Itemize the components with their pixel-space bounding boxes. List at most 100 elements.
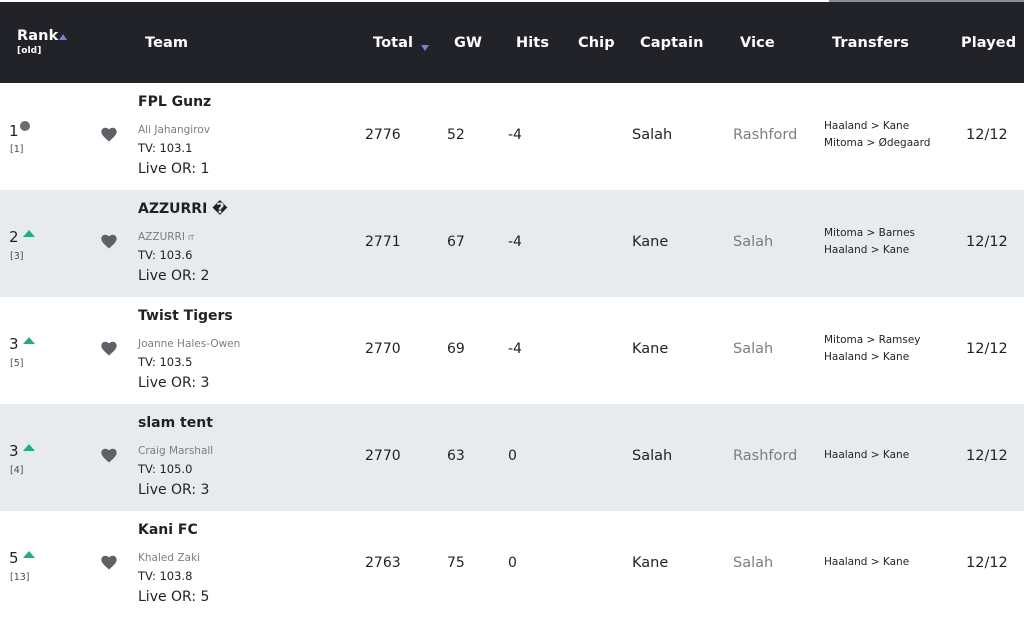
transfer-item: Haaland > Kane xyxy=(824,351,910,363)
table-row[interactable]: 3 [5] Twist Tigers Joanne Hales-Owen TV: 103… xyxy=(0,297,1024,404)
table-row[interactable]: 2 [3] AZZURRI � AZZURRI IT TV: 103.6 Live OR: … xyxy=(0,190,1024,297)
old-rank: [1] xyxy=(10,144,24,155)
transfer-item: Mitoma > Barnes xyxy=(824,227,916,239)
rank-up-icon xyxy=(22,551,35,558)
manager-name-text: Craig Marshall xyxy=(138,445,214,457)
transfer-item: Mitoma > Ramsey xyxy=(824,334,921,346)
rank-cell: 1 xyxy=(9,121,30,140)
players-played: 12/12 xyxy=(966,127,1008,143)
table-row[interactable]: 1 [1] FPL Gunz Ali Jahangirov TV: 103.1 Live … xyxy=(0,83,1024,190)
team-name-link[interactable]: Twist Tigers xyxy=(138,308,233,324)
old-rank: [4] xyxy=(10,465,24,476)
team-name-link[interactable]: slam tent xyxy=(138,415,213,431)
total-points: 2770 xyxy=(365,341,401,357)
hits: 0 xyxy=(508,555,517,571)
total-points: 2763 xyxy=(365,555,401,571)
rank-up-icon xyxy=(22,444,35,451)
team-name-link[interactable]: Kani FC xyxy=(138,522,198,538)
captain: Kane xyxy=(632,234,669,250)
hits: 0 xyxy=(508,448,517,464)
column-header-gw[interactable]: GW xyxy=(454,35,482,51)
heart-icon[interactable] xyxy=(101,448,117,463)
total-points: 2770 xyxy=(365,448,401,464)
rank-header-label: Rank xyxy=(17,28,59,44)
vice-captain: Salah xyxy=(733,341,774,357)
heart-icon[interactable] xyxy=(101,234,117,249)
manager-name: Joanne Hales-Owen xyxy=(138,338,240,350)
column-header-rank[interactable]: Rank [old] xyxy=(17,28,68,56)
country-flag: IT xyxy=(187,234,195,242)
column-header-captain[interactable]: Captain xyxy=(640,35,704,51)
captain: Salah xyxy=(632,448,673,464)
vice-captain: Rashford xyxy=(733,448,798,464)
vice-captain: Salah xyxy=(733,234,774,250)
heart-icon[interactable] xyxy=(101,127,117,142)
rank-value: 3 xyxy=(9,335,19,353)
old-rank: [3] xyxy=(10,251,24,262)
rank-up-icon xyxy=(22,337,35,344)
manager-name: Ali Jahangirov xyxy=(138,124,210,136)
live-overall-rank: Live OR: 2 xyxy=(138,268,210,284)
team-value: TV: 105.0 xyxy=(138,462,193,476)
transfer-item: Haaland > Kane xyxy=(824,244,910,256)
column-header-hits[interactable]: Hits xyxy=(516,35,549,51)
table-row[interactable]: 3 [4] slam tent Craig Marshall TV: 105.0 Live… xyxy=(0,404,1024,511)
sort-ascending-icon[interactable] xyxy=(59,34,68,40)
column-header-transfers[interactable]: Transfers xyxy=(832,35,909,51)
transfer-item: Haaland > Kane xyxy=(824,556,910,568)
team-name-link[interactable]: FPL Gunz xyxy=(138,94,211,110)
rank-value: 2 xyxy=(9,228,19,246)
rank-up-icon xyxy=(22,230,35,237)
transfers-list: Haaland > Kane xyxy=(824,447,909,464)
manager-name-text: Khaled Zaki xyxy=(138,552,200,564)
transfers-list: Haaland > Kane xyxy=(824,554,909,571)
rank-cell: 3 xyxy=(9,335,35,353)
players-played: 12/12 xyxy=(966,341,1008,357)
rank-value: 1 xyxy=(9,122,19,140)
transfer-item: Haaland > Kane xyxy=(824,449,910,461)
table-header: Rank [old] Team Total GW Hits Chip Capta… xyxy=(0,2,1024,83)
old-rank: [5] xyxy=(10,358,24,369)
vice-captain: Rashford xyxy=(733,127,798,143)
heart-icon[interactable] xyxy=(101,341,117,356)
live-overall-rank: Live OR: 3 xyxy=(138,482,210,498)
captain: Kane xyxy=(632,341,669,357)
rank-header-old-label: [old] xyxy=(17,46,42,56)
sort-descending-icon[interactable] xyxy=(421,45,430,51)
old-rank: [13] xyxy=(10,572,30,583)
rank-value: 3 xyxy=(9,442,19,460)
team-name-link[interactable]: AZZURRI � xyxy=(138,201,228,217)
team-value: TV: 103.6 xyxy=(138,248,193,262)
hits: -4 xyxy=(508,341,522,357)
rank-value: 5 xyxy=(9,549,19,567)
team-value: TV: 103.1 xyxy=(138,141,193,155)
rank-cell: 2 xyxy=(9,228,35,246)
manager-name-text: Ali Jahangirov xyxy=(138,124,210,136)
table-row[interactable]: 5 [13] Kani FC Khaled Zaki TV: 103.8 Live OR:… xyxy=(0,511,1024,618)
column-header-played[interactable]: Played xyxy=(961,35,1016,51)
transfers-list: Mitoma > Ramsey Haaland > Kane xyxy=(824,332,921,366)
captain: Kane xyxy=(632,555,669,571)
column-header-chip[interactable]: Chip xyxy=(578,35,615,51)
column-header-team[interactable]: Team xyxy=(145,35,188,51)
players-played: 12/12 xyxy=(966,555,1008,571)
rank-cell: 3 xyxy=(9,442,35,460)
hits: -4 xyxy=(508,127,522,143)
live-overall-rank: Live OR: 3 xyxy=(138,375,210,391)
heart-icon[interactable] xyxy=(101,555,117,570)
players-played: 12/12 xyxy=(966,234,1008,250)
gameweek-points: 63 xyxy=(447,448,465,464)
vice-captain: Salah xyxy=(733,555,774,571)
transfers-list: Mitoma > Barnes Haaland > Kane xyxy=(824,225,915,259)
gameweek-points: 67 xyxy=(447,234,465,250)
transfer-item: Mitoma > Ødegaard xyxy=(824,137,931,149)
players-played: 12/12 xyxy=(966,448,1008,464)
column-header-total[interactable]: Total xyxy=(373,35,430,51)
live-overall-rank: Live OR: 1 xyxy=(138,161,210,177)
manager-name: AZZURRI IT xyxy=(138,231,194,243)
rank-unchanged-icon xyxy=(19,121,30,131)
gameweek-points: 69 xyxy=(447,341,465,357)
transfer-item: Haaland > Kane xyxy=(824,120,910,132)
column-header-vice[interactable]: Vice xyxy=(740,35,775,51)
transfers-list: Haaland > Kane Mitoma > Ødegaard xyxy=(824,118,930,152)
